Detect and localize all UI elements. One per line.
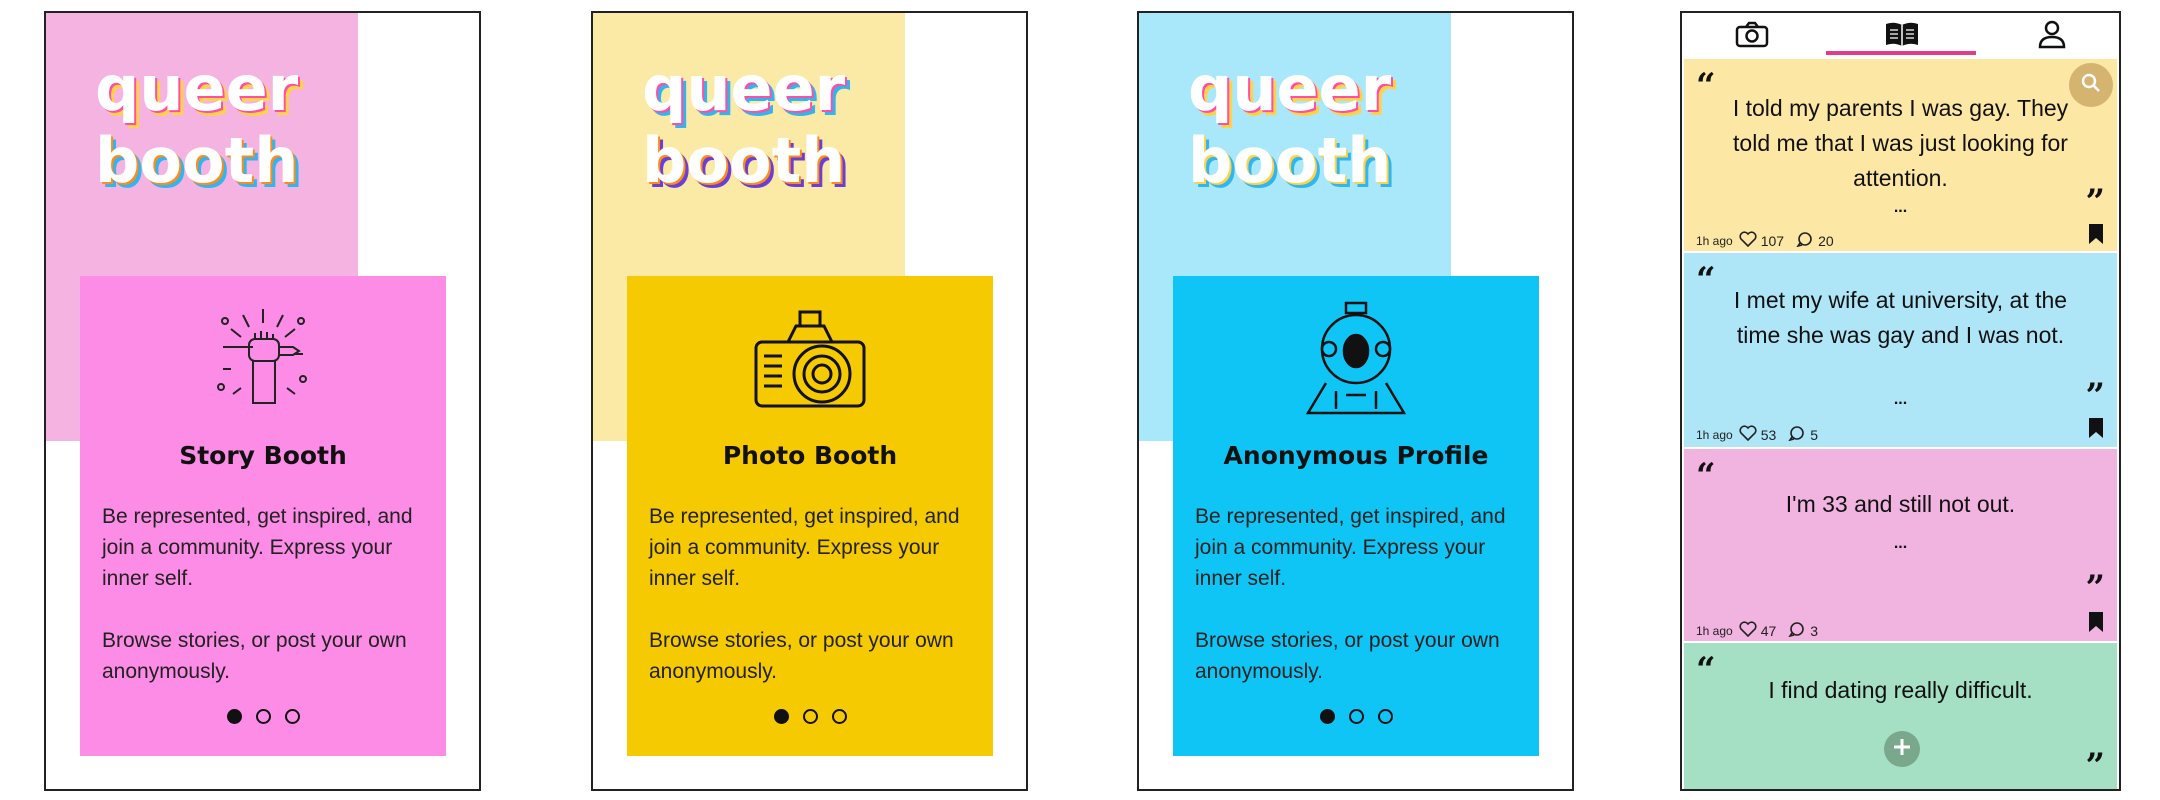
description-line: Be represented, get inspired, and join a… <box>649 505 960 590</box>
active-tab-indicator <box>1826 51 1976 55</box>
story-meta: 1h ago 47 3 <box>1696 621 1818 640</box>
page-indicator <box>80 709 446 724</box>
onboarding-screen-anonymous: queer queer queer booth booth booth Anon… <box>1137 11 1574 791</box>
tab-camera[interactable] <box>1722 13 1782 59</box>
open-quote-icon: “ <box>1696 260 1716 300</box>
diving-helmet-icon <box>1173 284 1539 434</box>
comment-count: 5 <box>1810 426 1819 443</box>
timestamp: 1h ago <box>1696 427 1733 442</box>
comment-count: 20 <box>1818 232 1834 249</box>
story-card[interactable]: “ I'm 33 and still not out. ... ” 1h ago… <box>1684 449 2117 641</box>
comment-icon[interactable] <box>1788 425 1806 444</box>
description-line: Browse stories, or post your own anonymo… <box>102 629 407 683</box>
bookmark-icon[interactable] <box>2089 224 2103 244</box>
bookmark-icon[interactable] <box>2089 612 2103 632</box>
close-quote-icon: ” <box>2085 376 2105 416</box>
timestamp: 1h ago <box>1696 233 1733 248</box>
plus-icon <box>1891 736 1913 763</box>
profile-icon <box>2037 19 2067 54</box>
read-more[interactable]: ... <box>1684 535 2117 553</box>
story-card[interactable]: “ I met my wife at university, at the ti… <box>1684 253 2117 447</box>
svg-text:booth: booth <box>643 124 845 197</box>
story-text: I met my wife at university, at the time… <box>1733 287 2068 348</box>
card-description: Be represented, get inspired, and join a… <box>649 501 973 687</box>
close-quote-icon: ” <box>2085 746 2105 786</box>
story-card[interactable]: “ I find dating really difficult. ” <box>1684 643 2117 789</box>
open-quote-icon: “ <box>1696 66 1716 106</box>
heart-icon[interactable] <box>1739 231 1757 250</box>
comment-count: 3 <box>1810 622 1819 639</box>
add-story-button[interactable] <box>1884 731 1920 767</box>
queer-booth-logo: queer queer queer booth booth booth <box>96 53 306 203</box>
svg-text:queer: queer <box>643 53 846 125</box>
queer-booth-logo: queer queer queer booth booth booth <box>643 53 853 203</box>
story-meta: 1h ago 53 5 <box>1696 425 1818 444</box>
card-description: Be represented, get inspired, and join a… <box>102 501 426 687</box>
heart-icon[interactable] <box>1739 425 1757 444</box>
queer-booth-logo: queer queer queer booth booth booth <box>1189 53 1399 203</box>
story-text: I'm 33 and still not out. <box>1785 491 2016 517</box>
page-dot-active[interactable] <box>773 709 789 724</box>
camera-icon <box>1735 20 1769 53</box>
description-line: Be represented, get inspired, and join a… <box>1195 505 1506 590</box>
feature-card: Story Booth Be represented, get inspired… <box>80 276 446 756</box>
open-quote-icon: “ <box>1696 650 1716 690</box>
page-dot[interactable] <box>255 709 271 724</box>
bookmark-icon[interactable] <box>2089 418 2103 438</box>
timestamp: 1h ago <box>1696 623 1733 638</box>
read-more[interactable]: ... <box>1684 199 2117 217</box>
card-description: Be represented, get inspired, and join a… <box>1195 501 1519 687</box>
search-icon <box>2080 72 2102 99</box>
page-dot[interactable] <box>802 709 818 724</box>
story-meta: 1h ago 107 20 <box>1696 231 1834 250</box>
book-icon <box>1884 20 1920 53</box>
description-line: Browse stories, or post your own anonymo… <box>649 629 954 683</box>
svg-text:queer: queer <box>96 53 299 125</box>
page-indicator <box>627 709 993 724</box>
card-title: Story Booth <box>179 441 347 470</box>
comment-icon[interactable] <box>1796 231 1814 250</box>
page-dot[interactable] <box>284 709 300 724</box>
page-dot[interactable] <box>1377 709 1393 724</box>
story-text: I find dating really difficult. <box>1768 677 2033 703</box>
tab-profile[interactable] <box>2022 13 2082 59</box>
feature-card: Anonymous Profile Be represented, get in… <box>1173 276 1539 756</box>
card-title: Anonymous Profile <box>1223 441 1489 470</box>
page-indicator <box>1173 709 1539 724</box>
top-navigation <box>1682 13 2119 59</box>
onboarding-screen-story: queer queer queer booth booth booth Stor… <box>44 11 481 791</box>
read-more[interactable]: ... <box>1684 391 2117 409</box>
heart-icon[interactable] <box>1739 621 1757 640</box>
like-count: 53 <box>1760 426 1777 443</box>
card-title: Photo Booth <box>722 441 898 470</box>
feature-card: Photo Booth Be represented, get inspired… <box>627 276 993 756</box>
close-quote-icon: ” <box>2085 568 2105 608</box>
page-dot[interactable] <box>1348 709 1364 724</box>
page-dot[interactable] <box>831 709 847 724</box>
camera-icon <box>627 284 993 434</box>
story-feed-screen: “ I told my parents I was gay. They told… <box>1680 11 2121 791</box>
page-dot-active[interactable] <box>1319 709 1335 724</box>
like-count: 47 <box>1760 622 1777 639</box>
onboarding-screen-photo: queer queer queer booth booth booth Phot… <box>591 11 1028 791</box>
close-quote-icon: ” <box>2085 182 2105 222</box>
fist-pencil-icon <box>80 284 446 434</box>
story-text: I told my parents I was gay. They told m… <box>1732 95 2069 191</box>
story-card[interactable]: “ I told my parents I was gay. They told… <box>1684 59 2117 251</box>
like-count: 107 <box>1760 232 1785 249</box>
description-line: Browse stories, or post your own anonymo… <box>1195 629 1500 683</box>
svg-text:queer: queer <box>1189 53 1392 125</box>
comment-icon[interactable] <box>1788 621 1806 640</box>
open-quote-icon: “ <box>1696 456 1716 496</box>
svg-text:booth: booth <box>1189 124 1391 197</box>
description-line: Be represented, get inspired, and join a… <box>102 505 413 590</box>
svg-text:booth: booth <box>96 124 298 197</box>
page-dot-active[interactable] <box>226 709 242 724</box>
